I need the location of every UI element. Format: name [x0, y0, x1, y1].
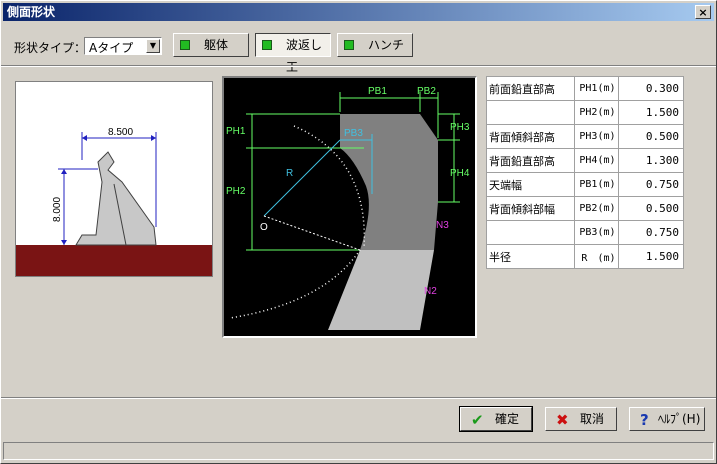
cancel-label: 取消 [580, 412, 605, 426]
table-row: PH2(m) 1.500 [486, 100, 685, 125]
param-unit: PB1(m) [573, 172, 619, 197]
param-unit: PH3(m) [573, 124, 619, 149]
diagram-canvas: PB1 PB2 PB3 PH1 PH2 PH3 PH4 R O N3 N2 [226, 86, 470, 330]
label-radius: R [286, 168, 293, 179]
chevron-down-icon[interactable]: ▼ [146, 39, 160, 53]
param-unit: PB2(m) [573, 196, 619, 221]
ok-label: 確定 [495, 412, 520, 426]
param-name: 背面傾斜部幅 [486, 196, 575, 221]
label-pb2: PB2 [417, 86, 436, 97]
divider [1, 65, 716, 67]
toolbar: 形状タイプ： Aタイプ ▼ 躯体 波返し工 ハンチ [1, 21, 716, 74]
help-label: ﾍﾙﾌﾟ(H) [658, 412, 701, 426]
param-value-field[interactable]: 0.750 [617, 220, 685, 245]
status-bar [3, 442, 714, 460]
param-name: 天端幅 [486, 172, 575, 197]
structure-shape [75, 151, 157, 246]
close-icon: × [698, 6, 708, 19]
wave-return-diagram: PB1 PB2 PB3 PH1 PH2 PH3 PH4 R O N3 N2 [222, 76, 477, 338]
label-ph2: PH2 [226, 186, 246, 197]
table-row: PB3(m) 0.750 [486, 220, 685, 245]
param-name: 背面傾斜部高 [486, 124, 575, 149]
green-square-icon [344, 40, 354, 50]
param-value-field[interactable]: 1.300 [617, 148, 685, 173]
shape-type-select[interactable]: Aタイプ ▼ [84, 37, 162, 55]
param-unit: PH2(m) [573, 100, 619, 125]
help-button[interactable]: ? ﾍﾙﾌﾟ(H) [629, 407, 705, 431]
param-unit: PB3(m) [573, 220, 619, 245]
param-unit: R (m) [573, 244, 619, 269]
table-row: 背面傾斜部幅 PB2(m) 0.500 [486, 196, 685, 221]
param-unit: PH1(m) [573, 76, 619, 101]
overview-figure: 8.500 8.000 [16, 127, 212, 276]
label-n2: N2 [424, 286, 437, 297]
ok-button[interactable]: ✔ 確定 [459, 406, 533, 432]
param-name [486, 220, 575, 245]
param-value-field[interactable]: 1.500 [617, 100, 685, 125]
param-value-field[interactable]: 0.500 [617, 124, 685, 149]
checkmark-icon: ✔ [471, 411, 484, 429]
window-title: 側面形状 [7, 5, 56, 19]
table-row: 前面鉛直部高 PH1(m) 0.300 [486, 76, 685, 101]
shape-type-value: Aタイプ [89, 41, 134, 55]
dialog-window: 側面形状 × 形状タイプ： Aタイプ ▼ 躯体 波返し工 ハンチ 8.500 8… [0, 0, 717, 464]
parameter-table: 前面鉛直部高 PH1(m) 0.300 PH2(m) 1.500 背面傾斜部高 … [486, 76, 685, 269]
tab-wave-return-button[interactable]: 波返し工 [255, 33, 331, 74]
table-row: 背面鉛直部高 PH4(m) 1.300 [486, 148, 685, 173]
divider [1, 397, 716, 399]
label-n3: N3 [436, 220, 449, 231]
label-pb3: PB3 [344, 128, 363, 139]
overview-width-dim: 8.500 [108, 127, 133, 138]
param-name: 背面鉛直部高 [486, 148, 575, 173]
label-pb1: PB1 [368, 86, 387, 97]
param-value-field[interactable]: 0.750 [617, 172, 685, 197]
wave-return-lower-shape [328, 250, 434, 330]
green-square-icon [262, 40, 272, 50]
param-value-field[interactable]: 0.500 [617, 196, 685, 221]
label-ph3: PH3 [450, 122, 470, 133]
tab-haunch-label: ハンチ [368, 38, 405, 52]
param-name: 半径 [486, 244, 575, 269]
tab-haunch-button[interactable]: ハンチ [337, 33, 413, 57]
tab-body-button[interactable]: 躯体 [173, 33, 249, 57]
cancel-button[interactable]: ✖ 取消 [545, 407, 617, 431]
label-origin: O [260, 222, 268, 233]
close-button[interactable]: × [695, 5, 711, 19]
label-ph4: PH4 [450, 168, 470, 179]
x-icon: ✖ [556, 411, 569, 429]
param-value-field[interactable]: 1.500 [617, 244, 685, 269]
green-square-icon [180, 40, 190, 50]
tab-body-label: 躯体 [204, 38, 229, 52]
label-ph1: PH1 [226, 126, 246, 137]
overview-panel: 8.500 8.000 [15, 81, 213, 277]
ground-area [16, 245, 212, 276]
title-bar: 側面形状 × [3, 3, 714, 21]
table-row: 天端幅 PB1(m) 0.750 [486, 172, 685, 197]
param-value-field[interactable]: 0.300 [617, 76, 685, 101]
param-name [486, 100, 575, 125]
table-row: 背面傾斜部高 PH3(m) 0.500 [486, 124, 685, 149]
shape-type-label: 形状タイプ： [14, 41, 87, 55]
overview-height-dim: 8.000 [52, 197, 63, 222]
table-row: 半径 R (m) 1.500 [486, 244, 685, 269]
tab-wave-return-label: 波返し工 [286, 38, 323, 74]
param-unit: PH4(m) [573, 148, 619, 173]
question-icon: ? [640, 411, 649, 429]
param-name: 前面鉛直部高 [486, 76, 575, 101]
